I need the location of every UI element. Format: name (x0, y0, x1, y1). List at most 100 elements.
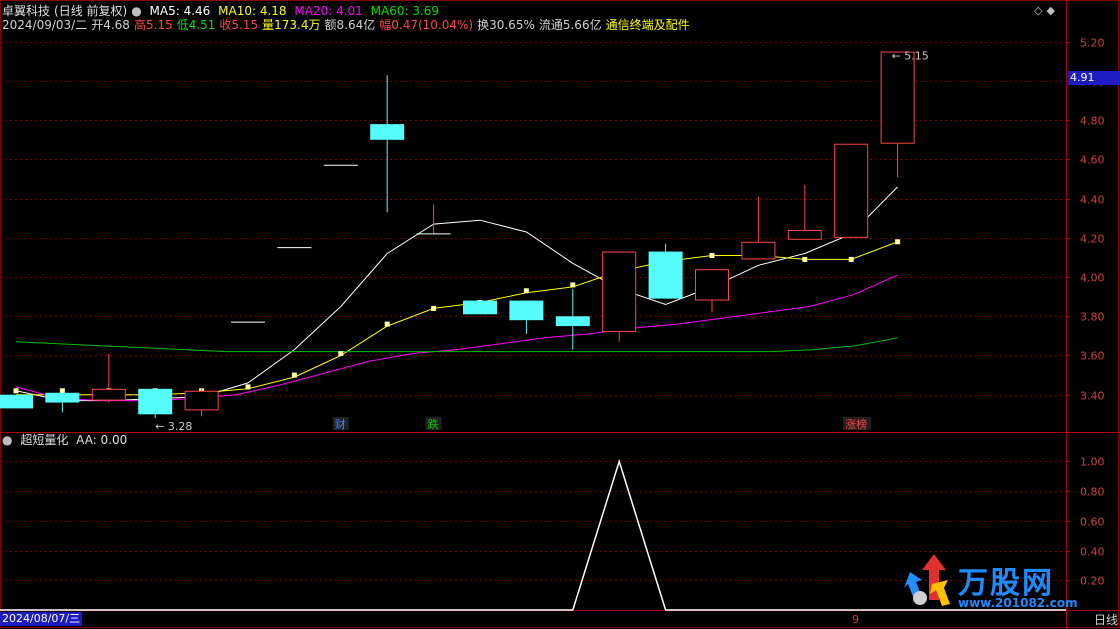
candle (45, 392, 80, 413)
corner-icons: ◇ ◆ (1034, 4, 1059, 18)
high-price-marker: ← 5.15 (892, 50, 929, 63)
candle (463, 300, 497, 315)
stock-name: 卓翼科技 (2, 4, 51, 18)
candle (555, 288, 590, 350)
price-tick-label: 3.40 (1080, 390, 1105, 403)
candle-body-down (138, 388, 173, 415)
candle (695, 269, 729, 313)
open-label: 开4.68 (91, 18, 130, 32)
close-label: 收5.15 (219, 18, 259, 32)
ma-line-ma20 (15, 274, 898, 402)
indicator-tick-label: 1.00 (1080, 456, 1105, 469)
change-label: 幅0.47(10.04%) (379, 18, 474, 32)
concept-label[interactable]: 通信终端及配件 (606, 18, 690, 32)
ma-line-ma5 (15, 186, 898, 402)
brand-url: www.201082.com (958, 596, 1078, 610)
ma10-marker (431, 305, 437, 311)
ma10-marker (848, 256, 854, 262)
indicator-toggle-icon[interactable]: ● (2, 433, 12, 447)
candle-body-down (45, 392, 80, 403)
ma10-marker (523, 288, 529, 294)
period-button[interactable]: 日线 (1094, 613, 1118, 627)
float-label: 流通5.66亿 (538, 18, 602, 32)
period-mode: (日线 前复权) (54, 4, 128, 18)
ma10-marker (709, 252, 715, 258)
price-tick-label: 4.20 (1080, 233, 1105, 246)
price-tick-label: 4.80 (1080, 115, 1105, 128)
footer-date: 2024/08/07/三 (0, 612, 83, 626)
candle-body-up (184, 390, 219, 411)
candle (370, 75, 405, 213)
settings-circle-icon[interactable]: ● (131, 4, 141, 18)
ma10-marker (384, 321, 390, 327)
expand-diamond-icon[interactable]: ◆ (1046, 4, 1054, 17)
ma10-marker (291, 372, 297, 378)
date-label: 2024/09/03/二 (2, 18, 88, 32)
stock-chart[interactable]: 5.205.004.804.604.404.204.003.803.603.40… (0, 0, 1120, 629)
price-tick-label: 4.00 (1080, 272, 1105, 285)
candle (91, 353, 126, 403)
chart-frame (0, 0, 1119, 628)
price-tick-label: 3.80 (1080, 311, 1105, 324)
candle (184, 388, 219, 417)
volume-label: 量173.4万 (262, 18, 321, 32)
price-tick-label: 4.60 (1080, 154, 1105, 167)
low-price-marker: ← 3.28 (155, 420, 192, 433)
event-tag-drop: 跌 (428, 417, 439, 431)
candle-body-up (695, 269, 729, 301)
indicator-name: 超短量化 (20, 433, 69, 447)
candle (602, 251, 637, 342)
high-label: 高5.15 (133, 18, 173, 32)
candle-body-down (463, 300, 497, 315)
event-tag-limitup: 涨榜 (845, 417, 867, 431)
price-tick-label: 4.40 (1080, 194, 1105, 207)
turnover-label: 换30.65% (477, 18, 535, 32)
ma60-label: MA60: 3.69 (370, 4, 440, 18)
ma20-label: MA20: 4.01 (294, 4, 363, 18)
ma10-marker (570, 282, 576, 288)
candle-body-down (0, 394, 33, 409)
indicator-tick-label: 0.60 (1080, 516, 1105, 529)
candle (509, 300, 544, 334)
candle-body-down (509, 300, 544, 321)
indicator-header: ● 超短量化 AA: 0.00 (2, 433, 131, 447)
ma10-marker (895, 239, 901, 245)
candle (880, 51, 915, 178)
amount-label: 额8.64亿 (324, 18, 376, 32)
candle (138, 388, 173, 419)
indicator-aa-label: AA: 0.00 (76, 433, 128, 447)
candle-body-down (648, 251, 683, 299)
price-tick-label: 3.60 (1080, 350, 1105, 363)
diamond-icon[interactable]: ◇ (1034, 4, 1042, 17)
ma-line-ma10 (16, 241, 898, 396)
candle-body-up (787, 230, 822, 240)
event-tag-finance: 财 (335, 417, 346, 431)
candle (0, 394, 33, 409)
header-line-2: 2024/09/03/二 开4.68 高5.15 低4.51 收5.15 量173.4万额… (2, 18, 694, 32)
indicator-tick-label: 0.80 (1080, 486, 1105, 499)
candle (741, 196, 776, 260)
ma10-label: MA10: 4.18 (218, 4, 287, 18)
candle (648, 243, 683, 299)
candle (416, 204, 451, 235)
price-tick-label: 5.20 (1080, 37, 1105, 50)
candle (787, 184, 822, 240)
current-price-badge: 4.91 (1068, 71, 1120, 85)
ma10-marker (245, 384, 251, 390)
candle-body-up (834, 143, 869, 238)
ma10-marker (802, 256, 808, 262)
ma5-label: MA5: 4.46 (149, 4, 211, 18)
candle-body-down (555, 316, 590, 327)
candle-body-up (91, 388, 126, 401)
footer-cursor-number: 9 (852, 613, 859, 626)
brand-arrow-icon (902, 552, 952, 608)
header-line-1: 卓翼科技 (日线 前复权) ● MA5: 4.46 MA10: 4.18 MA20:… (2, 4, 443, 18)
candle-body-up (602, 251, 637, 332)
candle-body-down (370, 124, 405, 140)
ma10-marker (13, 388, 19, 394)
ma10-marker (59, 388, 65, 394)
candle (834, 143, 869, 238)
ma10-marker (338, 351, 344, 357)
candle-body-up (880, 51, 915, 144)
low-label: 低4.51 (176, 18, 216, 32)
